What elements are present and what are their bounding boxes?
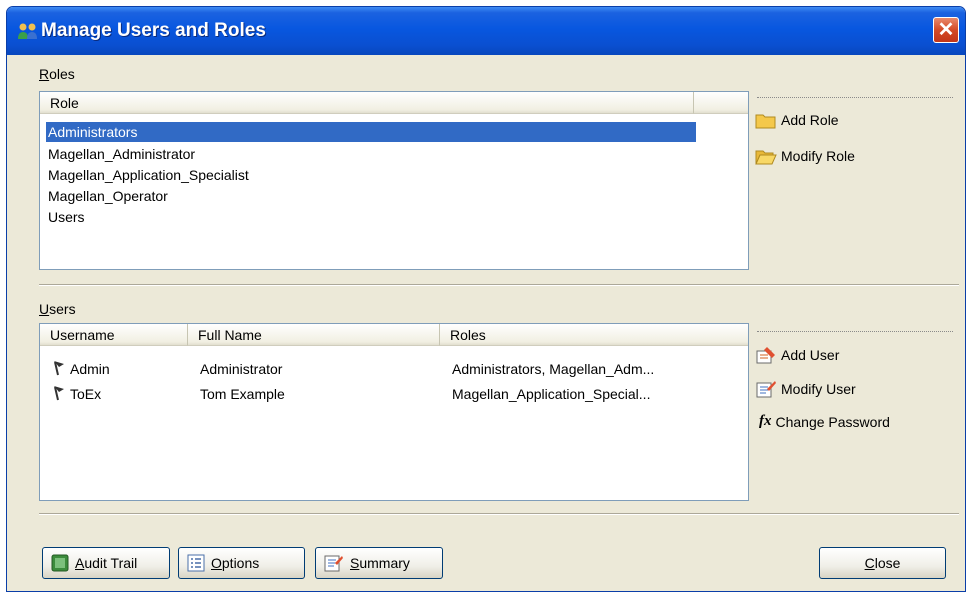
add-user-button[interactable]: Add User xyxy=(755,345,839,365)
close-rest: lose xyxy=(874,555,901,571)
role-item-magellan-application-specialist[interactable]: Magellan_Application_Specialist xyxy=(48,165,249,185)
add-role-label: Add Role xyxy=(781,112,839,128)
audit-icon xyxy=(51,554,69,572)
function-icon: fx xyxy=(759,413,772,429)
close-mnemonic: C xyxy=(864,555,875,571)
footer-separator xyxy=(39,513,959,515)
options-label: Options xyxy=(211,555,259,571)
role-item-users[interactable]: Users xyxy=(48,207,85,227)
add-user-icon xyxy=(756,347,775,364)
open-folder-icon xyxy=(755,150,777,165)
options-rest: ptions xyxy=(221,555,260,571)
user-flag-icon xyxy=(54,386,64,401)
users-list[interactable]: Username Full Name Roles Admin Administr… xyxy=(39,323,749,501)
role-column-filler xyxy=(694,92,748,114)
full-name-column-header[interactable]: Full Name xyxy=(188,324,440,346)
role-item-magellan-operator[interactable]: Magellan_Operator xyxy=(48,186,168,206)
change-password-button[interactable]: fx Change Password xyxy=(759,413,890,430)
close-window-button[interactable]: ✕ xyxy=(933,17,959,43)
user-username: Admin xyxy=(70,361,110,377)
users-label-rest: sers xyxy=(49,301,76,317)
roles-label-rest: oles xyxy=(49,66,75,82)
window-title: Manage Users and Roles xyxy=(41,20,266,41)
user-roles: Administrators, Magellan_Adm... xyxy=(452,361,655,377)
user-full-name: Administrator xyxy=(200,361,283,377)
roles-users-separator xyxy=(39,284,959,286)
options-icon xyxy=(187,554,205,572)
users-icon xyxy=(18,23,37,39)
users-actions-divider xyxy=(757,331,953,332)
close-icon: ✕ xyxy=(937,19,955,41)
username-column-header[interactable]: Username xyxy=(40,324,188,346)
role-column-header[interactable]: Role xyxy=(40,92,694,114)
add-role-button[interactable]: Add Role xyxy=(755,111,839,129)
roles-actions-divider xyxy=(757,97,953,98)
role-item-administrators[interactable]: Administrators xyxy=(46,122,696,142)
options-mnemonic: O xyxy=(211,555,222,571)
user-username: ToEx xyxy=(70,386,102,402)
options-button[interactable]: Options xyxy=(178,547,305,579)
summary-rest: ummary xyxy=(359,555,410,571)
audit-trail-label: Audit Trail xyxy=(75,555,137,571)
title-bar[interactable]: Manage Users and Roles ✕ xyxy=(7,7,965,55)
summary-icon xyxy=(324,555,343,572)
role-item-magellan-administrator[interactable]: Magellan_Administrator xyxy=(48,144,195,164)
users-label-mnemonic: U xyxy=(39,301,50,317)
modify-user-button[interactable]: Modify User xyxy=(755,379,856,399)
folder-icon xyxy=(755,114,776,129)
summary-label: Summary xyxy=(350,555,410,571)
roles-list[interactable]: Role Administrators Magellan_Administrat… xyxy=(39,91,749,270)
edit-icon xyxy=(756,381,776,398)
user-roles: Magellan_Application_Special... xyxy=(452,386,651,402)
roles-section-label: Roles xyxy=(39,66,75,82)
audit-trail-rest: udit Trail xyxy=(84,555,138,571)
summary-button[interactable]: Summary xyxy=(315,547,443,579)
manage-users-roles-dialog: Manage Users and Roles ✕ Roles Role Admi… xyxy=(6,6,966,592)
modify-user-label: Modify User xyxy=(781,381,856,397)
user-flag-icon xyxy=(54,361,64,376)
close-label: Close xyxy=(865,555,901,571)
add-user-label: Add User xyxy=(781,347,840,363)
user-full-name: Tom Example xyxy=(200,386,285,402)
audit-trail-mnemonic: A xyxy=(75,555,85,571)
modify-role-label: Modify Role xyxy=(781,148,855,164)
modify-role-button[interactable]: Modify Role xyxy=(755,147,855,165)
users-section-label: Users xyxy=(39,301,76,317)
summary-mnemonic: S xyxy=(350,555,360,571)
roles-column-header[interactable]: Roles xyxy=(440,324,748,346)
change-password-label: Change Password xyxy=(775,413,890,430)
audit-trail-button[interactable]: Audit Trail xyxy=(42,547,170,579)
close-button[interactable]: Close xyxy=(819,547,946,579)
roles-label-mnemonic: R xyxy=(39,66,50,82)
